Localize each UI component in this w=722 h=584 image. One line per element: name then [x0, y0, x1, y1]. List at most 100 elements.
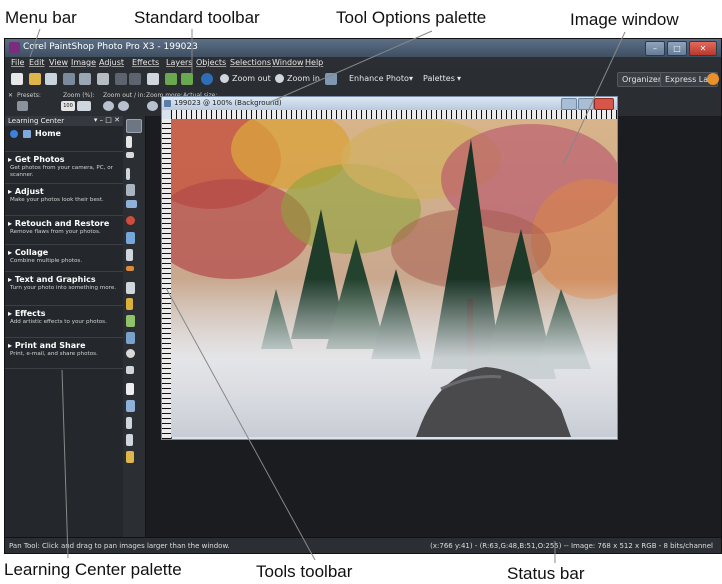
image-maximize-icon[interactable] — [578, 98, 594, 110]
image-minimize-icon[interactable] — [561, 98, 577, 110]
section-title[interactable]: ▸ Print and Share — [8, 341, 86, 350]
home-icon[interactable] — [23, 130, 31, 138]
enhance-photo-menu[interactable]: Enhance Photo — [349, 74, 409, 83]
red-eye-tool-icon[interactable] — [126, 216, 135, 225]
menu-selections[interactable]: Selections — [230, 58, 271, 67]
print-icon[interactable] — [97, 73, 109, 85]
resize-icon[interactable] — [147, 73, 159, 85]
zoom-stepper[interactable] — [77, 101, 91, 111]
close-options-icon[interactable]: ✕ — [8, 92, 13, 99]
menu-file[interactable]: File — [11, 58, 24, 67]
enhance-photo-chevron-icon[interactable]: ▾ — [409, 74, 413, 83]
home-label[interactable]: Home — [35, 129, 61, 138]
update-icon[interactable] — [707, 73, 719, 85]
pen-tool-icon[interactable] — [126, 434, 133, 446]
learning-section-text-graphics[interactable]: ▸ Text and Graphics Turn your photo into… — [5, 271, 123, 306]
pan-tool-icon[interactable] — [17, 101, 28, 111]
zoom-out-button[interactable]: Zoom out — [232, 74, 271, 83]
dropper-tool-icon[interactable] — [126, 168, 130, 180]
new-file-icon[interactable] — [11, 73, 23, 85]
photo-canvas[interactable] — [171, 119, 617, 437]
menu-window[interactable]: Window — [272, 58, 304, 67]
callout-tools-toolbar: Tools toolbar — [256, 562, 353, 581]
menu-edit[interactable]: Edit — [29, 58, 45, 67]
section-description: Get photos from your camera, PC, or scan… — [10, 165, 113, 178]
learning-section-get-photos[interactable]: ▸ Get Photos Get photos from your camera… — [5, 151, 123, 184]
minimize-icon[interactable]: – — [645, 41, 665, 56]
picture-tube-icon[interactable] — [126, 451, 134, 463]
section-title[interactable]: ▸ Collage — [8, 248, 48, 257]
info-icon[interactable] — [201, 73, 213, 85]
screen-capture-icon[interactable] — [325, 73, 337, 85]
zoom-more-in-icon[interactable] — [147, 101, 158, 111]
eraser-tool-icon[interactable] — [126, 366, 134, 374]
palettes-chevron-icon[interactable]: ▾ — [457, 74, 461, 83]
mesh-warp-icon[interactable] — [126, 332, 135, 344]
menu-effects[interactable]: Effects — [132, 58, 159, 67]
menu-bar: File Edit View Image Adjust Effects Laye… — [5, 57, 721, 69]
dodge-tool-icon[interactable] — [126, 282, 135, 294]
menu-adjust[interactable]: Adjust — [99, 58, 124, 67]
preset-shape-icon[interactable] — [126, 417, 132, 429]
home-row[interactable]: Home — [5, 128, 123, 142]
zoom-out-icon[interactable] — [220, 74, 229, 83]
menu-layers[interactable]: Layers — [166, 58, 192, 67]
section-description: Combine multiple photos. — [10, 258, 83, 264]
palette-close-icon[interactable]: ▾ – □ ✕ — [94, 116, 120, 124]
standard-toolbar: Zoom out Zoom in Enhance Photo ▾ Palette… — [5, 69, 721, 91]
menu-objects[interactable]: Objects — [196, 58, 226, 67]
smudge-tool-icon[interactable] — [126, 349, 135, 358]
zoom-in-icon[interactable] — [275, 74, 284, 83]
paint-brush-icon[interactable] — [126, 298, 133, 310]
undo-icon[interactable] — [115, 73, 127, 85]
palettes-menu[interactable]: Palettes — [423, 74, 455, 83]
window-title: Corel PaintShop Photo Pro X3 - 199023 — [23, 42, 198, 52]
menu-image[interactable]: Image — [71, 58, 96, 67]
learning-center-palette: Learning Center ▾ – □ ✕ Home ▸ Get Photo… — [5, 116, 124, 537]
zoom-percent-input[interactable]: 100 — [61, 101, 75, 111]
section-title[interactable]: ▸ Retouch and Restore — [8, 219, 109, 228]
learning-section-adjust[interactable]: ▸ Adjust Make your photos look their bes… — [5, 183, 123, 216]
text-tool-icon[interactable] — [126, 383, 134, 395]
option-zoom-out-icon[interactable] — [118, 101, 129, 111]
learning-section-effects[interactable]: ▸ Effects Add artistic effects to your p… — [5, 305, 123, 338]
learning-section-print-share[interactable]: ▸ Print and Share Print, e-mail, and sha… — [5, 337, 123, 369]
pick-tool-icon[interactable] — [126, 136, 132, 148]
image-window[interactable]: 199023 @ 100% (Background) — [161, 96, 618, 440]
clone-tool-icon[interactable] — [126, 232, 135, 244]
section-title[interactable]: ▸ Text and Graphics — [8, 275, 96, 284]
open-folder-icon[interactable] — [29, 73, 41, 85]
pan-tool-icon[interactable] — [126, 119, 142, 133]
maximize-icon[interactable]: □ — [667, 41, 687, 56]
close-icon[interactable]: ✕ — [689, 41, 717, 56]
organizer-button[interactable]: Organizer — [617, 72, 667, 87]
status-info: (x:766 y:41) - (R:63,G:48,B:51,O:255) --… — [430, 542, 713, 550]
section-title[interactable]: ▸ Adjust — [8, 187, 44, 196]
section-title[interactable]: ▸ Get Photos — [8, 155, 65, 164]
browse-icon[interactable] — [45, 73, 57, 85]
menu-help[interactable]: Help — [305, 58, 323, 67]
image-close-icon[interactable] — [594, 98, 614, 110]
fill-tool-icon[interactable] — [126, 400, 135, 412]
back-icon[interactable] — [10, 130, 18, 138]
zoom-in-button[interactable]: Zoom in — [287, 74, 320, 83]
image-window-title-bar[interactable]: 199023 @ 100% (Background) — [162, 97, 617, 110]
selection-tool-icon[interactable] — [126, 152, 134, 158]
crop-icon[interactable] — [181, 73, 193, 85]
crop-tool-icon[interactable] — [126, 184, 135, 196]
save-as-icon[interactable] — [79, 73, 91, 85]
landscape-photo — [171, 119, 617, 437]
save-icon[interactable] — [63, 73, 75, 85]
scratch-remover-icon[interactable] — [126, 249, 133, 261]
straighten-tool-icon[interactable] — [126, 200, 137, 208]
fit-window-icon[interactable] — [165, 73, 177, 85]
makeover-tool-icon[interactable] — [126, 266, 134, 271]
learning-section-collage[interactable]: ▸ Collage Combine multiple photos. — [5, 244, 123, 272]
redo-icon[interactable] — [129, 73, 141, 85]
menu-view[interactable]: View — [49, 58, 68, 67]
warp-brush-icon[interactable] — [126, 315, 135, 327]
learning-section-retouch[interactable]: ▸ Retouch and Restore Remove flaws from … — [5, 215, 123, 245]
option-zoom-in-icon[interactable] — [103, 101, 114, 111]
image-window-title: 199023 @ 100% (Background) — [174, 99, 282, 107]
section-title[interactable]: ▸ Effects — [8, 309, 46, 318]
